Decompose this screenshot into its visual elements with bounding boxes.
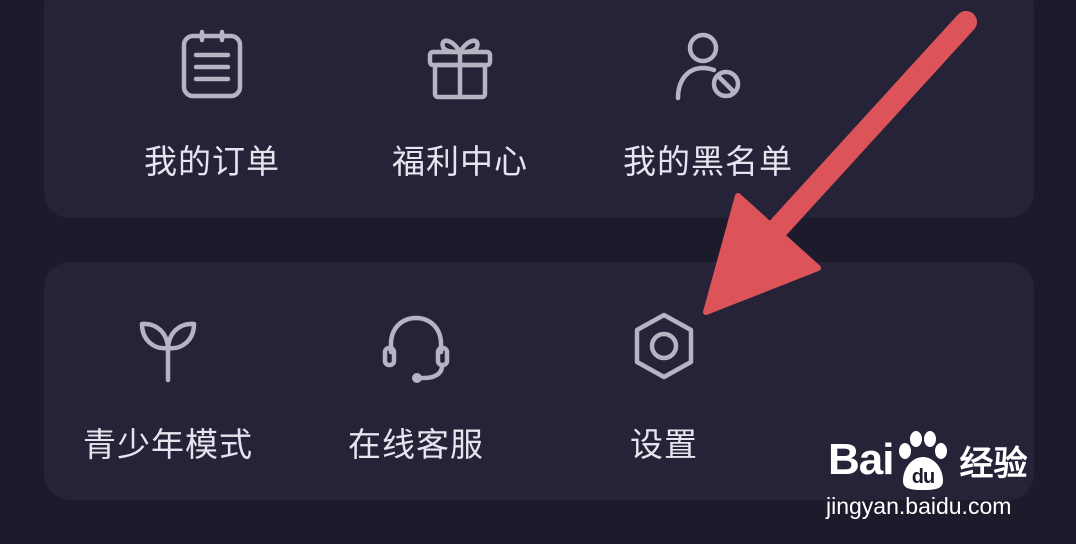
baidu-jingyan-watermark: Bai du 经验 jingyan.baidu.com: [820, 425, 1070, 525]
watermark-brand-left: Bai: [828, 435, 894, 484]
watermark-brand-mid: du: [912, 466, 934, 488]
watermark-url: jingyan.baidu.com: [826, 493, 1012, 519]
paw-icon: du: [899, 431, 948, 490]
baidu-logo: Bai du 经验: [828, 425, 1027, 495]
watermark-brand-cn: 经验: [959, 444, 1028, 483]
